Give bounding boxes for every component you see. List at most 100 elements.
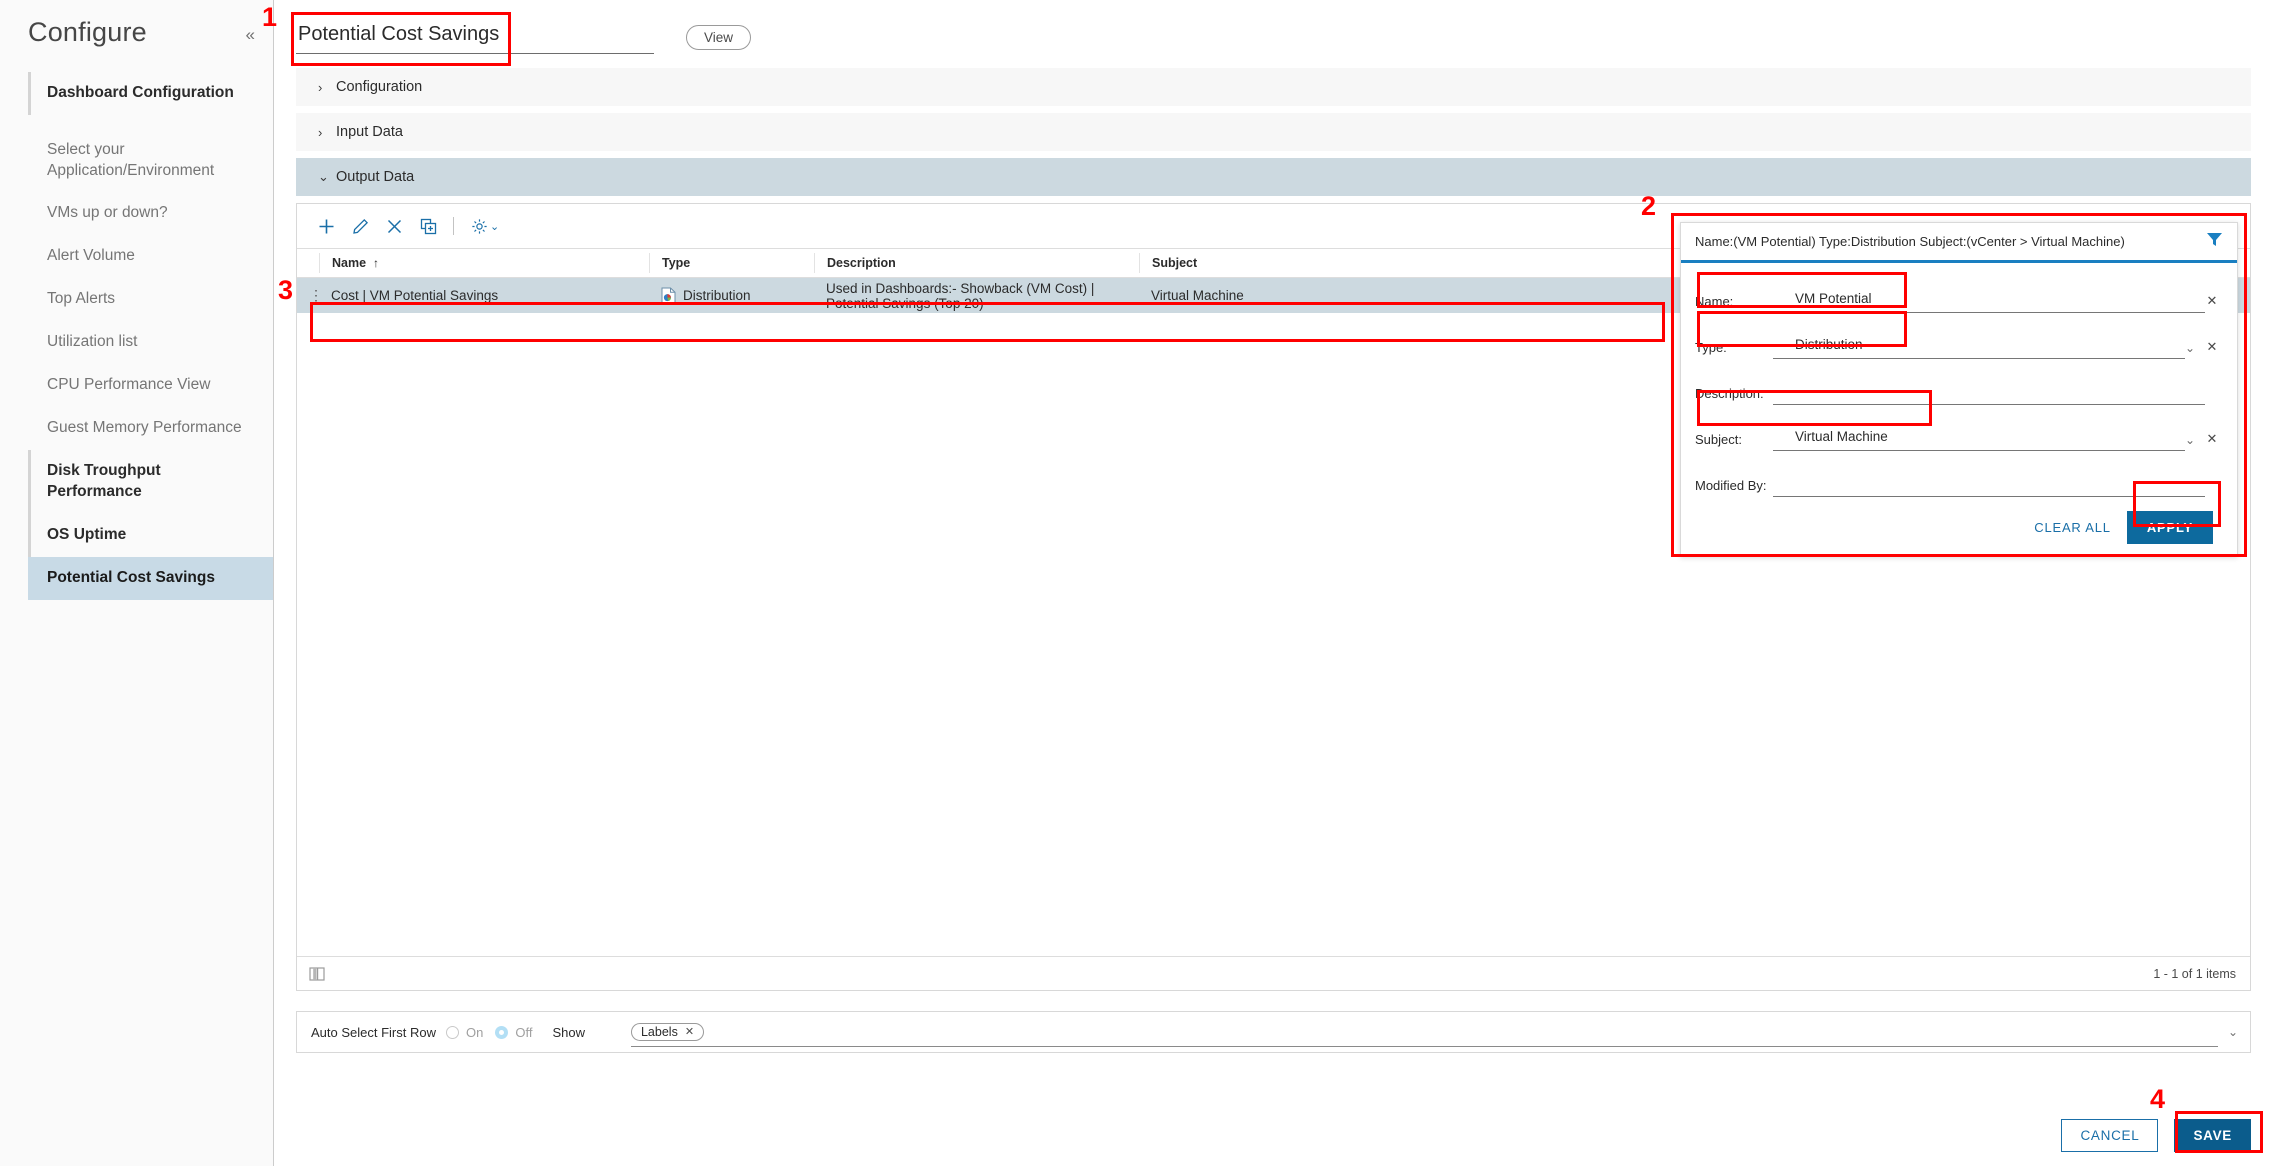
filter-input-type[interactable]: Distribution xyxy=(1773,337,2185,359)
sidebar-item-label: Disk Troughput Performance xyxy=(47,462,161,500)
apply-button[interactable]: APPLY xyxy=(2127,511,2213,544)
sidebar-item-potential-cost-savings[interactable]: Potential Cost Savings xyxy=(28,557,273,600)
accordion-label: Input Data xyxy=(336,124,403,140)
clear-name-icon[interactable]: ✕ xyxy=(2205,293,2219,309)
chevron-down-icon: ⌄ xyxy=(318,169,336,185)
sidebar-item-label: Top Alerts xyxy=(47,290,115,307)
filter-label-description: Description: xyxy=(1695,386,1773,405)
chip-close-icon[interactable]: ✕ xyxy=(685,1025,694,1038)
radio-on-icon[interactable] xyxy=(446,1026,459,1039)
dashboard-title-input[interactable] xyxy=(296,20,654,54)
show-label: Show xyxy=(552,1025,585,1040)
table-footer: 1 - 1 of 1 items xyxy=(297,956,2250,990)
row-kebab-menu-icon[interactable]: ⋮ xyxy=(297,278,319,313)
accordion-label: Output Data xyxy=(336,169,414,185)
save-button[interactable]: SAVE xyxy=(2174,1119,2251,1152)
sidebar-item-label: Alert Volume xyxy=(47,247,135,264)
table-header-type[interactable]: Type xyxy=(649,253,814,273)
column-label: Name xyxy=(332,256,366,270)
chevron-right-icon: › xyxy=(318,125,336,140)
sidebar-item-label: Guest Memory Performance xyxy=(47,419,242,436)
cancel-button[interactable]: CANCEL xyxy=(2061,1119,2158,1152)
filter-field-description: Description: ✕ xyxy=(1695,369,2219,405)
auto-select-bar: Auto Select First Row On Off Show Labels… xyxy=(296,1011,2251,1053)
auto-select-off-option[interactable]: Off xyxy=(495,1025,544,1040)
show-chips-field[interactable]: Labels ✕ xyxy=(631,1017,2218,1047)
column-layout-icon[interactable] xyxy=(309,967,325,981)
cell-type: Distribution xyxy=(649,278,814,313)
chevron-down-icon[interactable]: ⌄ xyxy=(2228,1025,2238,1039)
cell-name: Cost | VM Potential Savings xyxy=(319,278,649,313)
sidebar-item-disk-troughput-performance[interactable]: Disk Troughput Performance xyxy=(28,450,273,514)
pagination-status: 1 - 1 of 1 items xyxy=(2153,967,2236,981)
chevron-right-icon: › xyxy=(318,80,336,95)
sidebar-item-cpu-performance-view[interactable]: CPU Performance View xyxy=(28,364,273,407)
filter-input-description[interactable] xyxy=(1773,383,2205,405)
filter-label-modified-by: Modified By: xyxy=(1695,478,1773,497)
sidebar-item-label: OS Uptime xyxy=(47,526,126,543)
table-header-handle xyxy=(297,253,319,273)
sidebar-item-select-your-application-environment[interactable]: Select your Application/Environment xyxy=(28,129,273,193)
accordion-section-output-data[interactable]: ⌄ Output Data xyxy=(296,158,2251,196)
dashboard-title-field xyxy=(296,20,654,54)
cell-type-label: Distribution xyxy=(683,288,751,303)
radio-off-icon[interactable] xyxy=(495,1026,508,1039)
distribution-chart-doc-icon xyxy=(661,287,676,304)
filter-label-type: Type: xyxy=(1695,340,1773,359)
filter-summary-text: Name:(VM Potential) Type:Distribution Su… xyxy=(1695,234,2206,249)
sidebar-item-label: Select your Application/Environment xyxy=(47,140,259,182)
sidebar-item-dashboard-configuration[interactable]: Dashboard Configuration xyxy=(28,72,273,115)
filter-field-name: Name: VM Potential ✕ xyxy=(1695,277,2219,313)
chip-label: Labels xyxy=(641,1025,678,1039)
filter-fields: Name: VM Potential ✕ Type: Distribution … xyxy=(1681,263,2237,556)
column-label: Type xyxy=(662,256,690,270)
sidebar-item-alert-volume[interactable]: Alert Volume xyxy=(28,235,273,278)
sidebar-item-vms-up-or-down[interactable]: VMs up or down? xyxy=(28,192,273,235)
chevron-down-icon[interactable]: ⌄ xyxy=(2185,433,2195,447)
chip-labels[interactable]: Labels ✕ xyxy=(631,1023,704,1041)
table-header-description[interactable]: Description xyxy=(814,253,1139,273)
sidebar: Configure « Dashboard Configuration Sele… xyxy=(0,0,274,1166)
filter-actions: CLEAR ALL APPLY xyxy=(1695,511,2219,544)
accordion-section-input-data[interactable]: › Input Data xyxy=(296,113,2251,151)
filter-field-subject: Subject: Virtual Machine ⌄ ✕ xyxy=(1695,415,2219,451)
filter-label-name: Name: xyxy=(1695,294,1773,313)
chevron-down-icon[interactable]: ⌄ xyxy=(490,220,499,233)
table-header-name[interactable]: Name ↑ xyxy=(319,253,649,273)
filter-field-type: Type: Distribution ⌄ ✕ xyxy=(1695,323,2219,359)
sidebar-header: Configure « xyxy=(0,0,273,48)
filter-input-subject[interactable]: Virtual Machine xyxy=(1773,429,2185,451)
view-button[interactable]: View xyxy=(686,25,751,50)
auto-select-on-option[interactable]: On xyxy=(446,1025,495,1040)
sidebar-item-guest-memory-performance[interactable]: Guest Memory Performance xyxy=(28,407,273,450)
sidebar-item-label: CPU Performance View xyxy=(47,376,210,393)
app-root: Configure « Dashboard Configuration Sele… xyxy=(0,0,2273,1166)
clear-subject-icon[interactable]: ✕ xyxy=(2205,431,2219,447)
sidebar-item-label: Utilization list xyxy=(47,333,137,350)
accordion-section-configuration[interactable]: › Configuration xyxy=(296,68,2251,106)
cell-description: Used in Dashboards:- Showback (VM Cost) … xyxy=(814,278,1139,313)
add-icon[interactable] xyxy=(309,211,343,241)
filter-input-modified-by[interactable] xyxy=(1773,475,2205,497)
sidebar-item-utilization-list[interactable]: Utilization list xyxy=(28,321,273,364)
footer-actions: CANCEL SAVE xyxy=(2061,1119,2251,1152)
sidebar-item-top-alerts[interactable]: Top Alerts xyxy=(28,278,273,321)
filter-label-subject: Subject: xyxy=(1695,432,1773,451)
clone-icon[interactable] xyxy=(411,211,445,241)
radio-on-label: On xyxy=(466,1025,483,1040)
sort-ascending-icon: ↑ xyxy=(373,256,379,270)
auto-select-label: Auto Select First Row xyxy=(311,1025,436,1040)
toolbar-divider xyxy=(453,217,454,235)
sidebar-item-os-uptime[interactable]: OS Uptime xyxy=(28,514,273,557)
clear-all-button[interactable]: CLEAR ALL xyxy=(2034,520,2111,535)
edit-pencil-icon[interactable] xyxy=(343,211,377,241)
filter-input-name[interactable]: VM Potential xyxy=(1773,291,2205,313)
sidebar-nav: Dashboard Configuration Select your Appl… xyxy=(0,72,273,600)
chevron-down-icon[interactable]: ⌄ xyxy=(2185,341,2195,355)
sidebar-item-label: VMs up or down? xyxy=(47,204,168,221)
clear-type-icon[interactable]: ✕ xyxy=(2205,339,2219,355)
section-accordion: › Configuration › Input Data ⌄ Output Da… xyxy=(296,68,2251,196)
filter-funnel-icon[interactable] xyxy=(2206,232,2223,251)
double-chevron-left-icon[interactable]: « xyxy=(246,26,255,43)
delete-x-icon[interactable] xyxy=(377,211,411,241)
